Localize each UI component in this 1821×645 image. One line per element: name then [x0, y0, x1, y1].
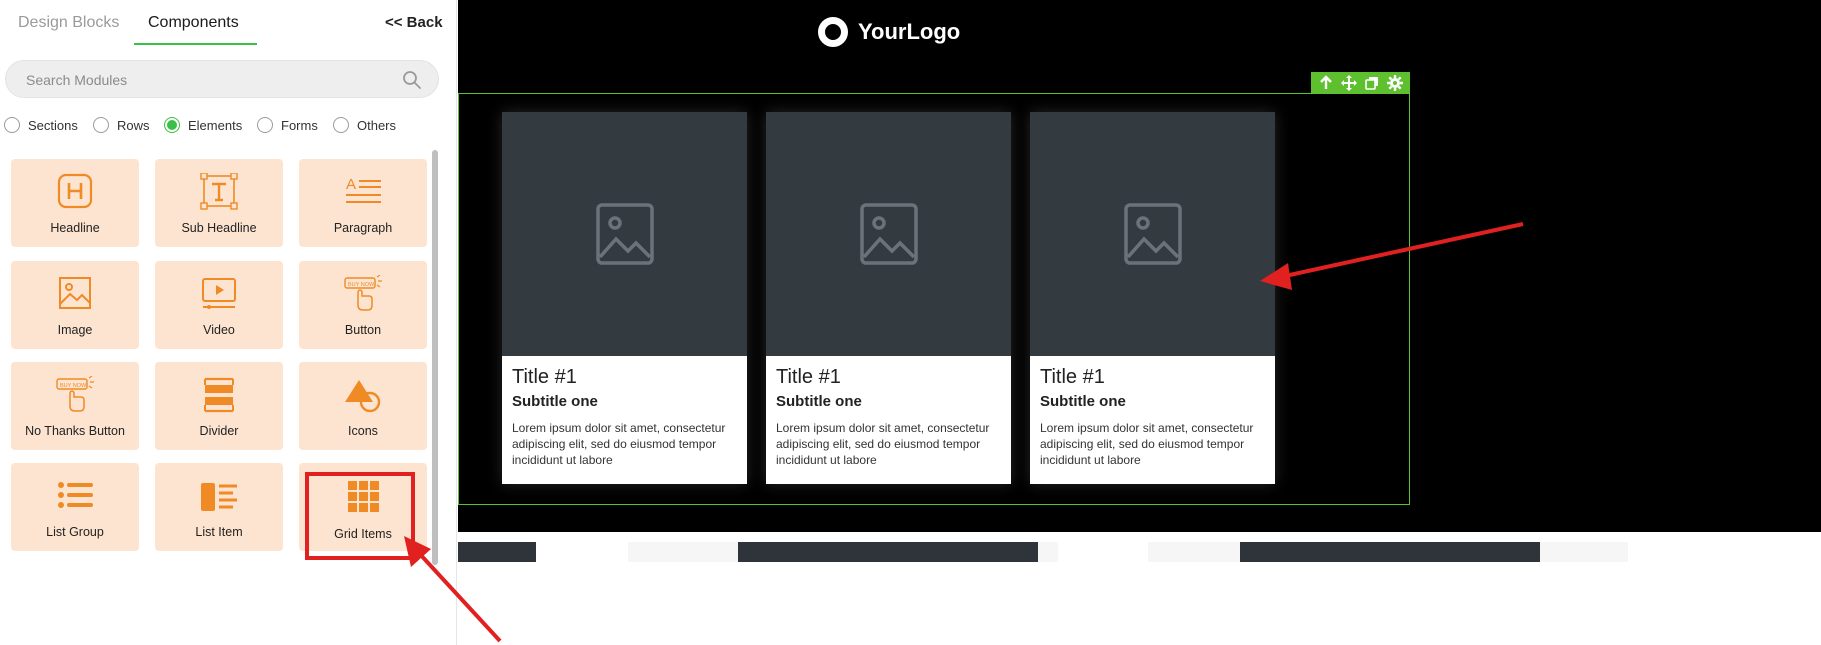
paragraph-icon: A: [346, 176, 381, 203]
filter-rows[interactable]: Rows: [93, 114, 150, 136]
logo-text: YourLogo: [858, 19, 961, 44]
tab-components[interactable]: Components: [148, 14, 239, 32]
button-icon: BUY NOW: [344, 275, 382, 311]
grid-card[interactable]: Title #1 Subtitle one Lorem ipsum dolor …: [1030, 112, 1275, 484]
element-tile-icons[interactable]: Icons: [299, 362, 427, 450]
back-button[interactable]: << Back: [385, 14, 443, 31]
card-title[interactable]: Title #1: [776, 366, 1001, 389]
radio-button[interactable]: [93, 117, 109, 133]
tile-label: List Item: [195, 525, 243, 539]
filter-label: Sections: [28, 117, 78, 133]
card-description[interactable]: Lorem ipsum dolor sit amet, consectetur …: [512, 420, 737, 468]
headline-icon: [57, 173, 93, 209]
tile-label: Sub Headline: [181, 221, 257, 235]
filter-label: Forms: [281, 117, 318, 133]
scrollbar-thumb[interactable]: [432, 150, 438, 565]
list-group-icon: [58, 482, 93, 508]
sidebar: Design Blocks Components << Back Section…: [0, 0, 457, 645]
element-tile-list-item[interactable]: List Item: [155, 463, 283, 551]
logo-ring-icon: [818, 17, 848, 47]
card-subtitle[interactable]: Subtitle one: [512, 393, 737, 410]
svg-text:BUY NOW: BUY NOW: [60, 383, 87, 389]
divider-icon: [204, 377, 234, 413]
element-tile-no-thanks-button[interactable]: BUY NOW No Thanks Button: [11, 362, 139, 450]
filter-forms[interactable]: Forms: [257, 114, 318, 136]
card-description[interactable]: Lorem ipsum dolor sit amet, consectetur …: [1040, 420, 1265, 468]
radio-button[interactable]: [4, 117, 20, 133]
element-tile-sub-headline[interactable]: Sub Headline: [155, 159, 283, 247]
card-subtitle[interactable]: Subtitle one: [776, 393, 1001, 410]
svg-text:A: A: [346, 176, 356, 193]
tab-design-blocks[interactable]: Design Blocks: [18, 14, 119, 32]
image-icon: [59, 277, 91, 309]
tile-label: Paragraph: [333, 221, 393, 235]
filter-others[interactable]: Others: [333, 114, 396, 136]
element-tile-paragraph[interactable]: A Paragraph: [299, 159, 427, 247]
no-thanks-button-icon: BUY NOW: [56, 376, 94, 412]
shapes-icon: [345, 380, 381, 413]
editor-canvas: YourLogo Title #1 Subtitle one Lorem ips…: [458, 0, 1821, 532]
sidebar-scrollbar[interactable]: [432, 150, 438, 565]
search-input[interactable]: [26, 70, 386, 90]
tile-label: Image: [57, 323, 93, 337]
arrow-up-icon[interactable]: [1317, 74, 1335, 92]
settings-icon[interactable]: [1386, 74, 1404, 92]
tile-label: List Group: [46, 525, 104, 539]
site-logo[interactable]: YourLogo: [818, 16, 960, 48]
grid-card[interactable]: Title #1 Subtitle one Lorem ipsum dolor …: [766, 112, 1011, 484]
filter-elements[interactable]: Elements: [164, 114, 242, 136]
tile-label: No Thanks Button: [25, 424, 125, 438]
card-image-placeholder[interactable]: [1030, 112, 1275, 356]
preview-block: [1240, 542, 1540, 562]
element-tile-button[interactable]: BUY NOW Button: [299, 261, 427, 349]
filter-label: Rows: [117, 117, 150, 133]
sub-headline-icon: [200, 173, 238, 210]
next-section-preview[interactable]: [458, 532, 1821, 562]
tile-label: Icons: [348, 424, 378, 438]
image-placeholder-icon: [1124, 203, 1182, 265]
move-icon[interactable]: [1340, 74, 1358, 92]
tile-label: Video: [203, 323, 235, 337]
video-icon: [202, 278, 236, 309]
svg-text:BUY NOW: BUY NOW: [348, 282, 375, 288]
list-item-icon: [201, 483, 237, 511]
card-title[interactable]: Title #1: [512, 366, 737, 389]
filter-label: Elements: [188, 117, 243, 133]
preview-block: [458, 542, 536, 562]
card-description[interactable]: Lorem ipsum dolor sit amet, consectetur …: [776, 420, 1001, 468]
image-placeholder-icon: [860, 203, 918, 265]
element-tile-divider[interactable]: Divider: [155, 362, 283, 450]
card-body: Title #1 Subtitle one Lorem ipsum dolor …: [1030, 356, 1275, 484]
card-title[interactable]: Title #1: [1040, 366, 1265, 389]
card-image-placeholder[interactable]: [766, 112, 1011, 356]
image-placeholder-icon: [596, 203, 654, 265]
grid-card[interactable]: Title #1 Subtitle one Lorem ipsum dolor …: [502, 112, 747, 484]
section-toolbar: [1311, 72, 1410, 93]
card-body: Title #1 Subtitle one Lorem ipsum dolor …: [502, 356, 747, 484]
annotation-highlight-box: [305, 472, 415, 560]
filter-radio-group: Sections Rows Elements Forms Others: [0, 114, 457, 136]
sidebar-tabs: Design Blocks Components << Back: [0, 0, 457, 46]
element-tile-image[interactable]: Image: [11, 261, 139, 349]
element-tile-headline[interactable]: Headline: [11, 159, 139, 247]
filter-label: Others: [357, 117, 397, 133]
element-tile-list-group[interactable]: List Group: [11, 463, 139, 551]
tile-label: Headline: [50, 221, 100, 235]
radio-button[interactable]: [257, 117, 273, 133]
preview-block: [738, 542, 1038, 562]
tile-label: Divider: [199, 424, 239, 438]
card-body: Title #1 Subtitle one Lorem ipsum dolor …: [766, 356, 1011, 484]
filter-sections[interactable]: Sections: [4, 114, 78, 136]
radio-button[interactable]: [333, 117, 349, 133]
search-icon[interactable]: [402, 70, 422, 90]
tile-label: Button: [344, 323, 382, 337]
radio-button-checked[interactable]: [164, 117, 180, 133]
card-image-placeholder[interactable]: [502, 112, 747, 356]
element-tile-video[interactable]: Video: [155, 261, 283, 349]
duplicate-icon[interactable]: [1363, 74, 1381, 92]
active-tab-indicator: [134, 43, 257, 45]
card-subtitle[interactable]: Subtitle one: [1040, 393, 1265, 410]
search-box: [5, 60, 439, 98]
